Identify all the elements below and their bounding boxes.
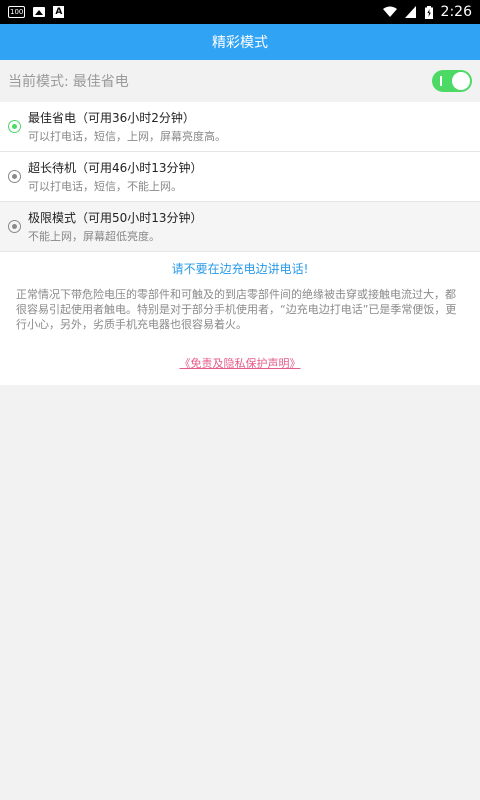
battery-icon [424,5,433,19]
disclaimer-container: 《免责及隐私保护声明》 [16,352,464,371]
page-title: 精彩模式 [212,35,268,51]
battery-percent-icon: 100 [8,6,26,18]
cell-signal-icon [404,6,416,18]
wifi-icon [382,6,397,17]
image-icon [33,7,46,17]
radio-unselected-icon[interactable] [8,170,21,183]
current-mode-value: 最佳省电 [72,74,129,90]
current-mode-row: 当前模式: 最佳省电 [0,60,480,102]
radio-unselected-icon[interactable] [8,220,21,233]
mode-option-extreme[interactable]: 极限模式（可用50小时13分钟） 不能上网，屏幕超低亮度。 [0,202,480,252]
mode-title: 最佳省电（可用36小时2分钟） [28,111,195,125]
current-mode-text: 当前模式: 最佳省电 [8,71,129,91]
current-mode-label: 当前模式: [8,74,69,90]
app-bar: 精彩模式 [0,24,480,60]
radio-selected-icon[interactable] [8,120,21,133]
mode-description: 可以打电话，短信，不能上网。 [28,180,182,193]
mode-option-long-standby[interactable]: 超长待机（可用46小时13分钟） 可以打电话，短信，不能上网。 [0,152,480,202]
mode-list: 最佳省电（可用36小时2分钟） 可以打电话，短信，上网，屏幕亮度高。 超长待机（… [0,102,480,252]
warning-body: 正常情况下带危险电压的零部件和可触及的到店零部件间的绝缘被击穿或接触电流过大，都… [16,288,457,331]
warning-title: 请不要在边充电边讲电话! [171,262,309,276]
status-bar: 100 A 2:26 [0,0,480,24]
toggle-knob [452,72,470,90]
toggle-on-indicator [440,76,442,86]
mode-description: 可以打电话，短信，上网，屏幕亮度高。 [28,130,226,143]
mode-option-best-saving[interactable]: 最佳省电（可用36小时2分钟） 可以打电话，短信，上网，屏幕亮度高。 [0,102,480,152]
mode-title: 超长待机（可用46小时13分钟） [28,161,203,175]
a-icon: A [53,6,65,18]
mode-title: 极限模式（可用50小时13分钟） [28,211,203,225]
mode-description: 不能上网，屏幕超低亮度。 [28,230,160,243]
power-saving-toggle[interactable] [432,70,472,92]
charging-warning-panel: 请不要在边充电边讲电话! 正常情况下带危险电压的零部件和可触及的到店零部件间的绝… [0,252,480,385]
clock-time: 2:26 [440,4,472,20]
disclaimer-link[interactable]: 《免责及隐私保护声明》 [180,357,301,370]
